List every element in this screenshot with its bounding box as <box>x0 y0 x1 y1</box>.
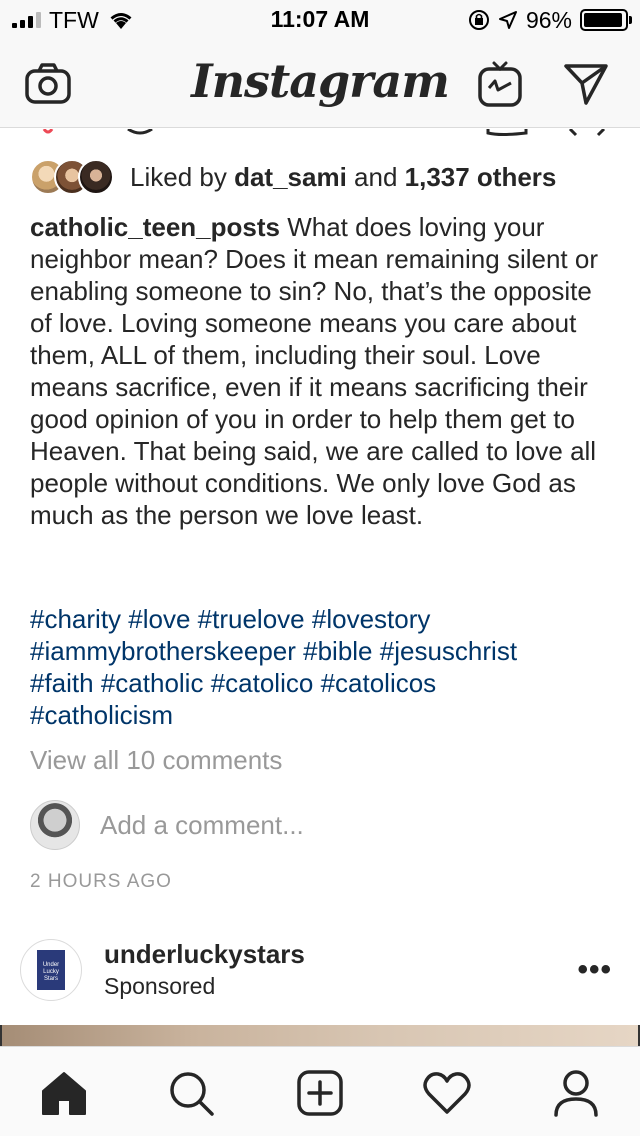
likes-prefix: Liked by <box>130 161 235 192</box>
post-timestamp: 2 HOURS AGO <box>30 871 172 892</box>
profile-icon[interactable] <box>550 1067 602 1119</box>
liker-username[interactable]: dat_sami <box>234 162 347 192</box>
home-icon[interactable] <box>38 1067 90 1119</box>
more-options-icon[interactable]: ••• <box>577 953 612 987</box>
hashtag-link[interactable]: #love <box>128 604 190 634</box>
post-action-icons-partial <box>42 129 606 137</box>
hashtag-link[interactable]: #catholicism <box>30 700 173 730</box>
hashtag-link[interactable]: #iammybrotherskeeper <box>30 636 296 666</box>
hashtag-link[interactable]: #catolico <box>211 668 314 698</box>
avatar[interactable]: Under Lucky Stars <box>20 939 82 1001</box>
hashtag-link[interactable]: #bible <box>303 636 372 666</box>
battery-percent: 96% <box>525 6 572 33</box>
likes-text: Liked by dat_sami and 1,337 others <box>130 162 556 193</box>
caption-text: What does loving your neighbor mean? Doe… <box>30 212 598 530</box>
likes-middle: and <box>346 161 405 192</box>
post-caption: catholic_teen_posts What does loving you… <box>30 211 620 531</box>
hashtag-link[interactable]: #catholic <box>101 668 204 698</box>
status-bar: TFW 11:07 AM 96% <box>0 0 640 40</box>
direct-message-icon[interactable] <box>560 58 612 110</box>
sponsored-label: Sponsored <box>104 973 216 999</box>
next-post-username[interactable]: underluckystars <box>104 939 305 970</box>
battery-icon <box>580 9 632 31</box>
add-comment-input[interactable] <box>100 809 580 841</box>
hashtag-link[interactable]: #charity <box>30 604 121 634</box>
next-post-header: Under Lucky Stars underluckystars Sponso… <box>20 937 620 1003</box>
top-nav: Instagram <box>0 40 640 128</box>
igtv-icon[interactable] <box>474 58 526 110</box>
avatar <box>78 159 114 195</box>
feed: Liked by dat_sami and 1,337 others catho… <box>0 129 640 1046</box>
instagram-logo: Instagram <box>191 54 450 108</box>
hashtag-link[interactable]: #truelove <box>198 604 305 634</box>
activity-heart-icon[interactable] <box>421 1067 473 1119</box>
add-comment-row <box>30 799 580 851</box>
likes-count[interactable]: 1,337 others <box>405 162 557 192</box>
view-all-comments-link[interactable]: View all 10 comments <box>30 745 282 776</box>
search-icon[interactable] <box>165 1067 217 1119</box>
location-arrow-icon <box>498 11 517 29</box>
tab-bar <box>0 1046 640 1136</box>
hashtag-link[interactable]: #jesuschrist <box>380 636 517 666</box>
hashtag-link[interactable]: #catolicos <box>321 668 437 698</box>
status-right: 96% <box>468 6 632 34</box>
liker-avatars <box>30 157 122 197</box>
hashtag-list: #charity #love #truelove #lovestory #iam… <box>30 603 620 731</box>
hashtag-link[interactable]: #faith <box>30 668 94 698</box>
hashtag-link[interactable]: #lovestory <box>312 604 431 634</box>
orientation-lock-icon <box>468 10 489 30</box>
brand-logo-text: Under Lucky Stars <box>37 950 65 990</box>
likes-summary[interactable]: Liked by dat_sami and 1,337 others <box>30 157 556 197</box>
avatar <box>30 800 80 850</box>
new-post-icon[interactable] <box>294 1067 346 1119</box>
caption-username[interactable]: catholic_teen_posts <box>30 212 280 242</box>
next-post-image <box>0 1025 640 1046</box>
